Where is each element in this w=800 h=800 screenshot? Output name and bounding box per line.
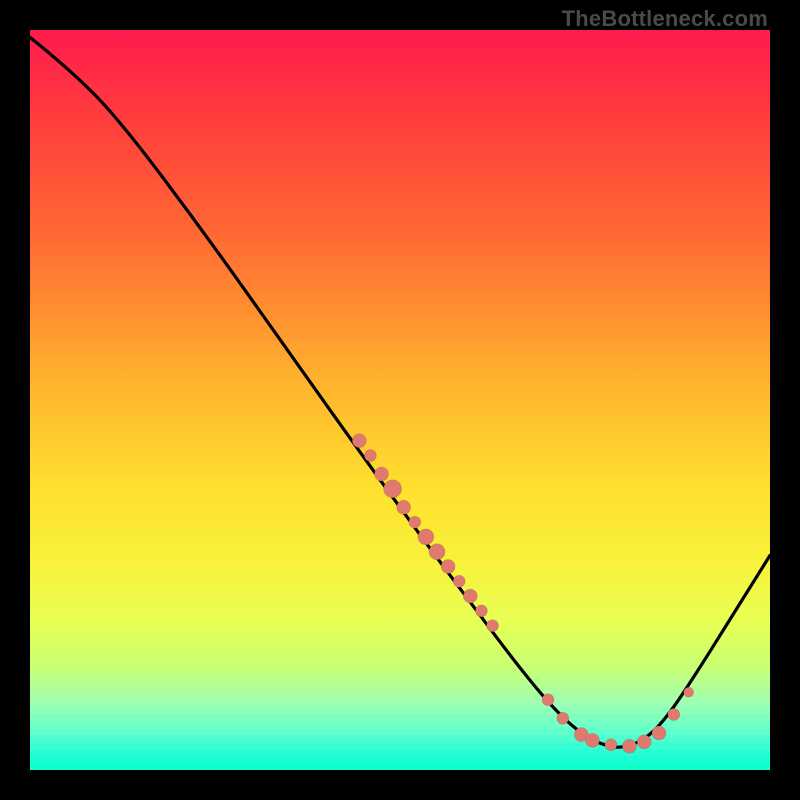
data-point [475, 605, 487, 617]
data-point [441, 560, 455, 574]
data-point [668, 709, 680, 721]
data-point [453, 575, 465, 587]
plot-overlay-svg [30, 30, 770, 770]
data-point [429, 544, 445, 560]
data-point [684, 687, 694, 697]
data-point [375, 467, 389, 481]
bottleneck-curve [30, 37, 770, 747]
plot-area [30, 30, 770, 770]
data-point [384, 480, 402, 498]
data-point [463, 589, 477, 603]
data-point [557, 712, 569, 724]
watermark-text: TheBottleneck.com [562, 6, 768, 32]
data-point [622, 739, 636, 753]
data-point [605, 739, 617, 751]
data-point [542, 694, 554, 706]
data-point [637, 735, 651, 749]
data-point [409, 516, 421, 528]
data-points-group [352, 434, 693, 754]
data-point [487, 620, 499, 632]
data-point [397, 500, 411, 514]
data-point [364, 450, 376, 462]
data-point [352, 434, 366, 448]
chart-frame: TheBottleneck.com [0, 0, 800, 800]
data-point [418, 529, 434, 545]
data-point [585, 733, 599, 747]
data-point [652, 726, 666, 740]
